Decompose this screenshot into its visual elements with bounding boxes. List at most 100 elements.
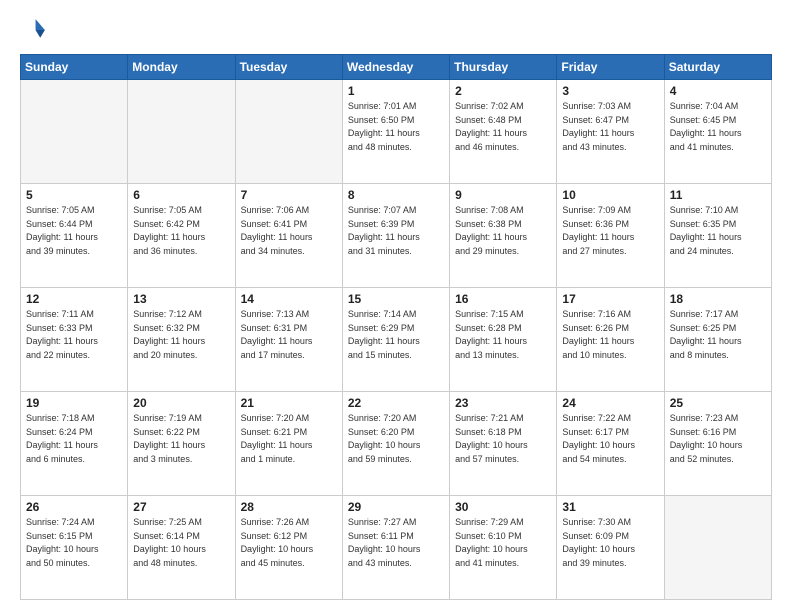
day-number: 11 (670, 188, 766, 202)
calendar-cell: 24 Sunrise: 7:22 AM Sunset: 6:17 PM Dayli… (557, 392, 664, 496)
day-number: 13 (133, 292, 229, 306)
calendar-cell: 23 Sunrise: 7:21 AM Sunset: 6:18 PM Dayli… (450, 392, 557, 496)
day-info: Sunrise: 7:19 AM Sunset: 6:22 PM Dayligh… (133, 412, 229, 466)
day-info: Sunrise: 7:07 AM Sunset: 6:39 PM Dayligh… (348, 204, 444, 258)
weekday-header-saturday: Saturday (664, 55, 771, 80)
day-number: 23 (455, 396, 551, 410)
day-number: 29 (348, 500, 444, 514)
day-info: Sunrise: 7:05 AM Sunset: 6:42 PM Dayligh… (133, 204, 229, 258)
weekday-header-row: SundayMondayTuesdayWednesdayThursdayFrid… (21, 55, 772, 80)
day-info: Sunrise: 7:18 AM Sunset: 6:24 PM Dayligh… (26, 412, 122, 466)
calendar-cell: 21Sunrise: 7:20 AM Sunset: 6:21 PM Dayli… (235, 392, 342, 496)
day-info: Sunrise: 7:30 AM Sunset: 6:09 PM Dayligh… (562, 516, 658, 570)
day-info: Sunrise: 7:12 AM Sunset: 6:32 PM Dayligh… (133, 308, 229, 362)
calendar-cell: 2 Sunrise: 7:02 AM Sunset: 6:48 PM Daylig… (450, 80, 557, 184)
day-info: Sunrise: 7:15 AM Sunset: 6:28 PM Dayligh… (455, 308, 551, 362)
day-info: Sunrise: 7:09 AM Sunset: 6:36 PM Dayligh… (562, 204, 658, 258)
calendar-cell: 5 Sunrise: 7:05 AM Sunset: 6:44 PM Daylig… (21, 184, 128, 288)
day-number: 17 (562, 292, 658, 306)
calendar-cell: 28Sunrise: 7:26 AM Sunset: 6:12 PM Dayli… (235, 496, 342, 600)
week-row-4: 26Sunrise: 7:24 AM Sunset: 6:15 PM Dayli… (21, 496, 772, 600)
day-number: 14 (241, 292, 337, 306)
calendar-cell: 6 Sunrise: 7:05 AM Sunset: 6:42 PM Daylig… (128, 184, 235, 288)
calendar-cell (21, 80, 128, 184)
day-info: Sunrise: 7:25 AM Sunset: 6:14 PM Dayligh… (133, 516, 229, 570)
day-number: 2 (455, 84, 551, 98)
page: SundayMondayTuesdayWednesdayThursdayFrid… (0, 0, 792, 612)
day-number: 4 (670, 84, 766, 98)
day-info: Sunrise: 7:04 AM Sunset: 6:45 PM Dayligh… (670, 100, 766, 154)
day-info: Sunrise: 7:14 AM Sunset: 6:29 PM Dayligh… (348, 308, 444, 362)
day-number: 6 (133, 188, 229, 202)
calendar-cell: 26Sunrise: 7:24 AM Sunset: 6:15 PM Dayli… (21, 496, 128, 600)
day-number: 10 (562, 188, 658, 202)
day-number: 8 (348, 188, 444, 202)
calendar-cell: 31 Sunrise: 7:30 AM Sunset: 6:09 PM Dayli… (557, 496, 664, 600)
week-row-2: 12 Sunrise: 7:11 AM Sunset: 6:33 PM Dayli… (21, 288, 772, 392)
calendar-cell: 4 Sunrise: 7:04 AM Sunset: 6:45 PM Daylig… (664, 80, 771, 184)
calendar-cell: 7Sunrise: 7:06 AM Sunset: 6:41 PM Daylig… (235, 184, 342, 288)
calendar-cell: 30Sunrise: 7:29 AM Sunset: 6:10 PM Dayli… (450, 496, 557, 600)
weekday-header-thursday: Thursday (450, 55, 557, 80)
calendar-cell: 27 Sunrise: 7:25 AM Sunset: 6:14 PM Dayli… (128, 496, 235, 600)
weekday-header-sunday: Sunday (21, 55, 128, 80)
day-info: Sunrise: 7:03 AM Sunset: 6:47 PM Dayligh… (562, 100, 658, 154)
day-info: Sunrise: 7:21 AM Sunset: 6:18 PM Dayligh… (455, 412, 551, 466)
day-number: 5 (26, 188, 122, 202)
day-info: Sunrise: 7:10 AM Sunset: 6:35 PM Dayligh… (670, 204, 766, 258)
calendar-cell: 15 Sunrise: 7:14 AM Sunset: 6:29 PM Dayli… (342, 288, 449, 392)
day-info: Sunrise: 7:11 AM Sunset: 6:33 PM Dayligh… (26, 308, 122, 362)
calendar: SundayMondayTuesdayWednesdayThursdayFrid… (20, 54, 772, 600)
day-number: 24 (562, 396, 658, 410)
day-number: 16 (455, 292, 551, 306)
week-row-1: 5 Sunrise: 7:05 AM Sunset: 6:44 PM Daylig… (21, 184, 772, 288)
day-info: Sunrise: 7:08 AM Sunset: 6:38 PM Dayligh… (455, 204, 551, 258)
weekday-header-wednesday: Wednesday (342, 55, 449, 80)
calendar-cell: 8 Sunrise: 7:07 AM Sunset: 6:39 PM Daylig… (342, 184, 449, 288)
weekday-header-monday: Monday (128, 55, 235, 80)
logo-icon (20, 16, 48, 44)
day-number: 15 (348, 292, 444, 306)
day-number: 3 (562, 84, 658, 98)
calendar-cell: 22Sunrise: 7:20 AM Sunset: 6:20 PM Dayli… (342, 392, 449, 496)
calendar-cell: 16 Sunrise: 7:15 AM Sunset: 6:28 PM Dayli… (450, 288, 557, 392)
day-info: Sunrise: 7:16 AM Sunset: 6:26 PM Dayligh… (562, 308, 658, 362)
calendar-cell: 19 Sunrise: 7:18 AM Sunset: 6:24 PM Dayli… (21, 392, 128, 496)
day-info: Sunrise: 7:23 AM Sunset: 6:16 PM Dayligh… (670, 412, 766, 466)
day-info: Sunrise: 7:05 AM Sunset: 6:44 PM Dayligh… (26, 204, 122, 258)
day-info: Sunrise: 7:13 AM Sunset: 6:31 PM Dayligh… (241, 308, 337, 362)
calendar-cell: 9 Sunrise: 7:08 AM Sunset: 6:38 PM Daylig… (450, 184, 557, 288)
week-row-3: 19 Sunrise: 7:18 AM Sunset: 6:24 PM Dayli… (21, 392, 772, 496)
calendar-cell: 25 Sunrise: 7:23 AM Sunset: 6:16 PM Dayli… (664, 392, 771, 496)
calendar-cell: 18Sunrise: 7:17 AM Sunset: 6:25 PM Dayli… (664, 288, 771, 392)
day-number: 20 (133, 396, 229, 410)
calendar-cell: 20 Sunrise: 7:19 AM Sunset: 6:22 PM Dayli… (128, 392, 235, 496)
day-number: 25 (670, 396, 766, 410)
day-info: Sunrise: 7:01 AM Sunset: 6:50 PM Dayligh… (348, 100, 444, 154)
calendar-cell: 14 Sunrise: 7:13 AM Sunset: 6:31 PM Dayli… (235, 288, 342, 392)
calendar-cell: 11 Sunrise: 7:10 AM Sunset: 6:35 PM Dayli… (664, 184, 771, 288)
calendar-cell (235, 80, 342, 184)
day-number: 27 (133, 500, 229, 514)
day-number: 18 (670, 292, 766, 306)
week-row-0: 1 Sunrise: 7:01 AM Sunset: 6:50 PM Daylig… (21, 80, 772, 184)
day-info: Sunrise: 7:22 AM Sunset: 6:17 PM Dayligh… (562, 412, 658, 466)
day-number: 9 (455, 188, 551, 202)
calendar-cell: 17 Sunrise: 7:16 AM Sunset: 6:26 PM Dayli… (557, 288, 664, 392)
day-info: Sunrise: 7:20 AM Sunset: 6:21 PM Dayligh… (241, 412, 337, 466)
day-number: 31 (562, 500, 658, 514)
day-number: 19 (26, 396, 122, 410)
day-number: 28 (241, 500, 337, 514)
day-number: 1 (348, 84, 444, 98)
calendar-cell: 3 Sunrise: 7:03 AM Sunset: 6:47 PM Daylig… (557, 80, 664, 184)
calendar-cell (128, 80, 235, 184)
day-info: Sunrise: 7:24 AM Sunset: 6:15 PM Dayligh… (26, 516, 122, 570)
day-info: Sunrise: 7:02 AM Sunset: 6:48 PM Dayligh… (455, 100, 551, 154)
calendar-cell: 13 Sunrise: 7:12 AM Sunset: 6:32 PM Dayli… (128, 288, 235, 392)
day-number: 12 (26, 292, 122, 306)
calendar-cell: 29Sunrise: 7:27 AM Sunset: 6:11 PM Dayli… (342, 496, 449, 600)
day-number: 30 (455, 500, 551, 514)
calendar-cell: 1 Sunrise: 7:01 AM Sunset: 6:50 PM Daylig… (342, 80, 449, 184)
weekday-header-tuesday: Tuesday (235, 55, 342, 80)
weekday-header-friday: Friday (557, 55, 664, 80)
